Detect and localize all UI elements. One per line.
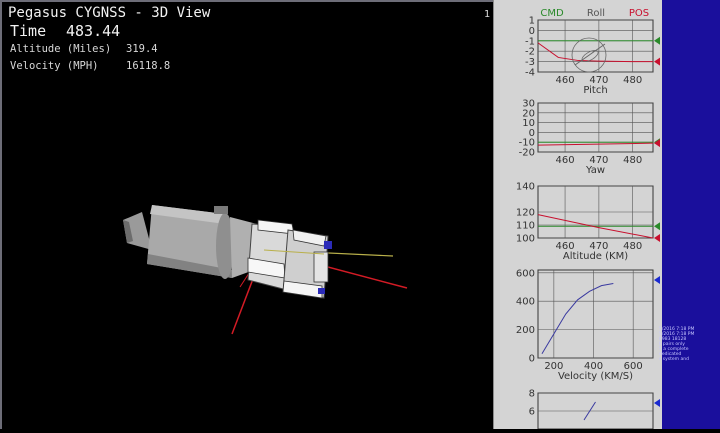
y-tick-label: -2 [525,47,535,58]
plot-frame [537,269,654,359]
cmd-marker [654,222,660,231]
x-axis-label: Velocity (KM/S) [558,371,633,382]
y-tick-label: -4 [525,68,535,79]
y-tick-label: 8 [529,389,535,400]
time-label: Time [10,22,47,40]
window-title: Pegasus CYGNSS - 3D View [8,5,211,21]
x-tick-label: 460 [556,75,575,86]
telemetry-plot-panel[interactable]: 1 0 -1 -2 -3 -4 460 470 480 Pitch 30 20 10 0 -10 -20 460… [493,0,662,430]
x-axis-label: Yaw [585,165,605,176]
y-tick-label: 100 [516,234,535,245]
y-tick-label: 200 [516,325,535,336]
cmd-legend-label: CMD [540,8,564,19]
x-tick-label: 480 [623,155,642,166]
3d-view-viewport[interactable]: Pegasus CYGNSS - 3D View Time 483.44 Alt… [0,0,493,429]
y-tick-label: 6 [529,407,535,418]
pos-marker [654,234,660,242]
velocity-value: 16118.8 [126,60,171,72]
sidebar-notes: 5/2016 7:18 PM 5/2016 7:18 PM 8983 18128 ll… [659,327,694,362]
plot-frame [537,19,654,73]
velocity-label: Velocity (MPH) [10,60,99,72]
time-value: 483.44 [66,22,121,40]
y-tick-label: -20 [519,148,535,159]
y-tick-label: -1 [525,36,535,47]
sidebar-note-line: s system and [659,357,689,362]
x-tick-label: 460 [556,155,575,166]
viewport-index: 1 [484,9,491,20]
x-tick-label: 480 [623,75,642,86]
altitude-value: 319.4 [126,43,158,55]
y-tick-label: 110 [516,221,535,232]
y-tick-label: 1 [529,16,535,27]
y-tick-label: 0 [529,354,535,365]
pos-marker [654,57,660,66]
y-tick-label: -3 [525,57,535,68]
chart-title: Roll [587,8,605,19]
y-tick-label: 0 [529,26,535,37]
pos-marker [654,399,660,407]
desktop-sidebar [662,0,720,429]
y-tick-label: 120 [516,208,535,219]
x-axis-label: Pitch [583,85,607,96]
altitude-label: Altitude (Miles) [10,43,112,55]
cmd-marker [654,36,660,45]
y-tick-label: 140 [516,182,535,193]
x-axis-label: Altitude (KM) [563,251,628,262]
pos-legend-label: POS [629,8,649,19]
telemetry-plots: 10-1-2-3-4460 470 480Pitch3020100-10-20460… [516,8,660,430]
y-tick-label: 600 [516,268,535,279]
pos-marker [654,276,660,284]
y-tick-label: 400 [516,297,535,308]
